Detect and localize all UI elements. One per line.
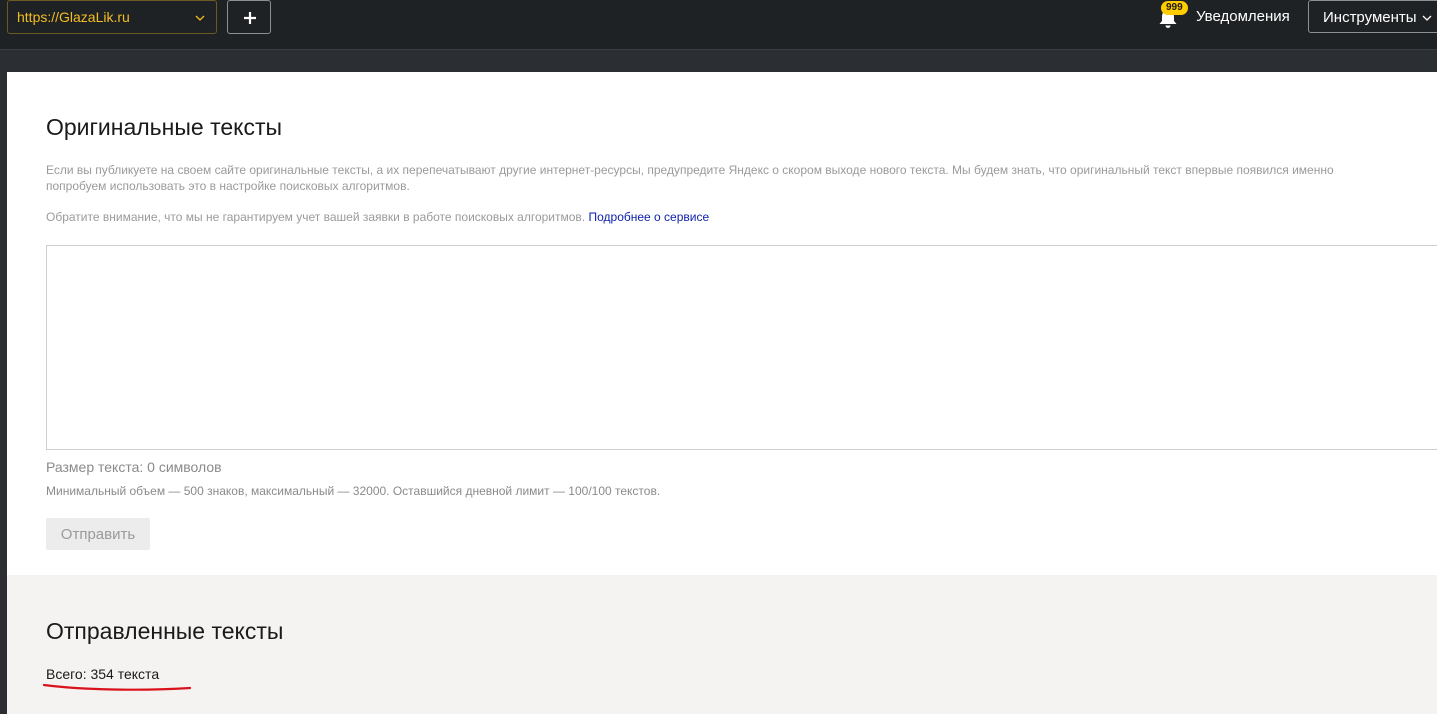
notice-label: Обратите внимание, что мы не гарантируем… <box>46 210 586 224</box>
red-underline-annotation <box>42 683 192 691</box>
original-texts-panel: Оригинальные тексты Если вы публикуете н… <box>7 72 1437 575</box>
tools-label: Инструменты <box>1323 9 1417 26</box>
notifications-bell[interactable]: 999 <box>1154 1 1194 32</box>
submit-button[interactable]: Отправить <box>46 518 150 550</box>
notifications-link[interactable]: Уведомления <box>1196 8 1290 25</box>
top-bar: https://GlazaLik.ru 999 Уведомления Инст… <box>0 0 1437 50</box>
service-description: Если вы публикуете на своем сайте оригин… <box>46 162 1437 194</box>
original-text-input[interactable] <box>46 245 1437 450</box>
notice-text: Обратите внимание, что мы не гарантируем… <box>46 210 709 224</box>
more-about-service-link[interactable]: Подробнее о сервисе <box>588 210 709 224</box>
page-title: Оригинальные тексты <box>46 114 283 140</box>
add-site-button[interactable] <box>227 0 271 34</box>
sent-texts-panel: Отправленные тексты Всего: 354 текста <box>7 575 1437 714</box>
description-line-1: Если вы публикуете на своем сайте оригин… <box>46 163 1334 177</box>
chevron-down-icon <box>1421 11 1433 29</box>
text-size-label: Размер текста: 0 символов <box>46 459 222 475</box>
chevron-down-icon <box>194 11 206 23</box>
tools-menu-button[interactable]: Инструменты <box>1308 0 1437 33</box>
site-selector[interactable]: https://GlazaLik.ru <box>7 0 217 34</box>
plus-icon <box>244 12 256 24</box>
site-url: https://GlazaLik.ru <box>17 9 130 25</box>
limits-info: Минимальный объем — 500 знаков, максимал… <box>46 484 661 498</box>
notifications-count-badge: 999 <box>1161 1 1188 15</box>
description-line-2: попробуем использовать это в настройке п… <box>46 179 410 193</box>
total-count: Всего: 354 текста <box>46 666 160 682</box>
sent-texts-title: Отправленные тексты <box>46 618 284 644</box>
